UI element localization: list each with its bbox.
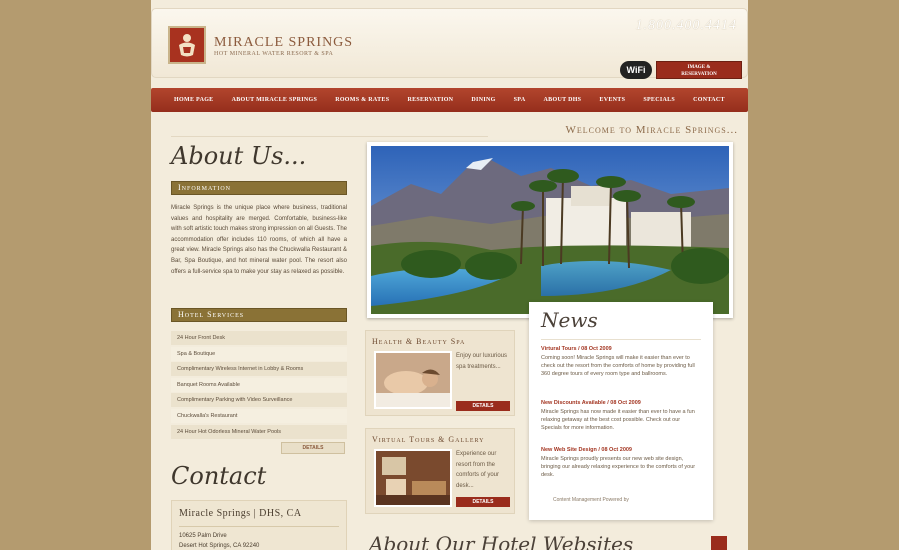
tours-details-button[interactable]: DETAILS (456, 497, 510, 507)
hotel-services-list: 24 Hour Front Desk Spa & Boutique Compli… (171, 331, 347, 440)
welcome-heading: Welcome to Miracle Springs... (565, 124, 738, 136)
page-container: MIRACLE SPRINGS HOT MINERAL WATER RESORT… (151, 0, 748, 550)
news-footer: Content Management Powered by (553, 497, 629, 503)
news-title: News (541, 308, 598, 332)
booking-label-1: IMAGE & (687, 65, 711, 70)
news-item-body: Coming soon! Miracle Springs will make i… (541, 355, 695, 377)
spa-feature-box: Health & Beauty Spa Enjoy our luxurious … (365, 330, 515, 416)
main-nav: HOME PAGE ABOUT MIRACLE SPRINGS ROOMS & … (151, 88, 748, 112)
phone-number: 1.800.400.4414 (635, 18, 737, 33)
news-divider (541, 339, 701, 340)
contact-address-line-2: Desert Hot Springs, CA 92240 (179, 543, 260, 549)
nav-item-events[interactable]: EVENTS (599, 97, 625, 103)
service-item[interactable]: Spa & Boutique (171, 346, 347, 361)
contact-divider (179, 526, 339, 527)
information-heading: Information (171, 181, 347, 195)
gallery-image[interactable] (374, 449, 452, 507)
nav-item-home[interactable]: HOME PAGE (174, 97, 213, 103)
welcome-divider (171, 136, 488, 137)
news-item-title[interactable]: Virtural Tours / 08 Oct 2009 (541, 346, 612, 352)
service-item[interactable]: Banquet Rooms Available (171, 377, 347, 392)
information-text: Miracle Springs is the unique place wher… (171, 205, 347, 275)
nav-item-specials[interactable]: SPECIALS (643, 97, 675, 103)
nav-item-dining[interactable]: DINING (471, 97, 495, 103)
contact-title: Contact (171, 462, 267, 490)
service-item[interactable]: 24 Hour Front Desk (171, 331, 347, 345)
service-item[interactable]: 24 Hour Hot Odorless Mineral Water Pools (171, 424, 347, 439)
site-header: MIRACLE SPRINGS HOT MINERAL WATER RESORT… (151, 8, 748, 79)
tours-feature-title[interactable]: Virtual Tours & Gallery (372, 435, 485, 444)
hotel-services-heading: Hotel Services (171, 308, 347, 322)
bottom-accent (711, 536, 727, 550)
contact-address-line-1: 10625 Palm Drive (179, 533, 227, 539)
tours-feature-box: Virtual Tours & Gallery Experience our r… (365, 428, 515, 514)
nav-item-rooms-rates[interactable]: ROOMS & RATES (335, 97, 389, 103)
news-item-title[interactable]: New Web Site Design / 08 Oct 2009 (541, 447, 632, 453)
nav-item-about-miracle-springs[interactable]: ABOUT MIRACLE SPRINGS (232, 97, 318, 103)
news-box: News Virtural Tours / 08 Oct 2009 Coming… (529, 302, 713, 520)
service-item[interactable]: Chuckwalla's Restaurant (171, 408, 347, 423)
spa-details-button[interactable]: DETAILS (456, 401, 510, 411)
nav-item-reservation[interactable]: RESERVATION (407, 97, 453, 103)
spa-feature-text: Enjoy our luxurious spa treatments... (456, 353, 508, 370)
contact-name: Miracle Springs | DHS, CA (179, 508, 302, 519)
booking-label-2: RESERVATION (681, 72, 717, 77)
contact-box: Miracle Springs | DHS, CA 10625 Palm Dri… (171, 500, 347, 550)
hero-resort-image (367, 142, 733, 318)
nav-item-spa[interactable]: SPA (514, 97, 526, 103)
wifi-icon: WiFi (620, 61, 652, 79)
news-item-body: Miracle Springs proudly presents our new… (541, 456, 696, 478)
news-item-title[interactable]: New Discounts Available / 08 Oct 2009 (541, 400, 641, 406)
nav-item-contact[interactable]: CONTACT (693, 97, 725, 103)
services-details-button[interactable]: DETAILS (281, 442, 345, 454)
bottom-section-title: About Our Hotel Websites (369, 532, 634, 550)
service-item[interactable]: Complimentary Wireless Internet in Lobby… (171, 362, 347, 377)
logo-name[interactable]: MIRACLE SPRINGS (214, 35, 353, 51)
logo-icon[interactable] (168, 26, 206, 64)
about-title: About Us... (171, 142, 307, 170)
news-item-body: Miracle Springs has now made it easier t… (541, 409, 695, 431)
spa-feature-title[interactable]: Health & Beauty Spa (372, 337, 465, 346)
logo-subtitle: HOT MINERAL WATER RESORT & SPA (214, 51, 334, 57)
booking-button[interactable]: IMAGE & RESERVATION (656, 61, 742, 79)
tours-feature-text: Experience our resort from the comforts … (456, 451, 500, 489)
service-item[interactable]: Complimentary Parking with Video Surveil… (171, 393, 347, 408)
spa-image[interactable] (374, 351, 452, 409)
nav-item-about-dhs[interactable]: ABOUT DHS (544, 97, 582, 103)
